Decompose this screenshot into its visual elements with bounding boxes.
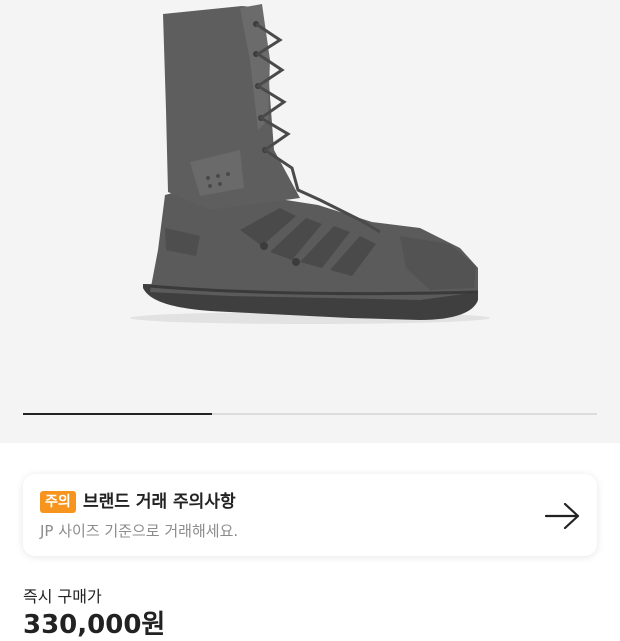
product-image [0,0,620,380]
notice-subtitle: JP 사이즈 기준으로 거래해세요. [40,522,239,540]
notice-title: 브랜드 거래 주의사항 [83,492,236,512]
boot-image [130,4,490,324]
price-label: 즉시 구매가 [23,587,102,606]
gallery-progress-track [23,413,597,415]
gallery-progress-fill [23,413,213,415]
brand-notice-card[interactable]: 주의 브랜드 거래 주의사항 JP 사이즈 기준으로 거래해세요. [23,474,597,556]
arrow-right-icon[interactable] [544,501,582,531]
warning-badge: 주의 [40,491,76,513]
price-value: 330,000원 [23,610,166,640]
product-image-area[interactable] [0,0,620,443]
